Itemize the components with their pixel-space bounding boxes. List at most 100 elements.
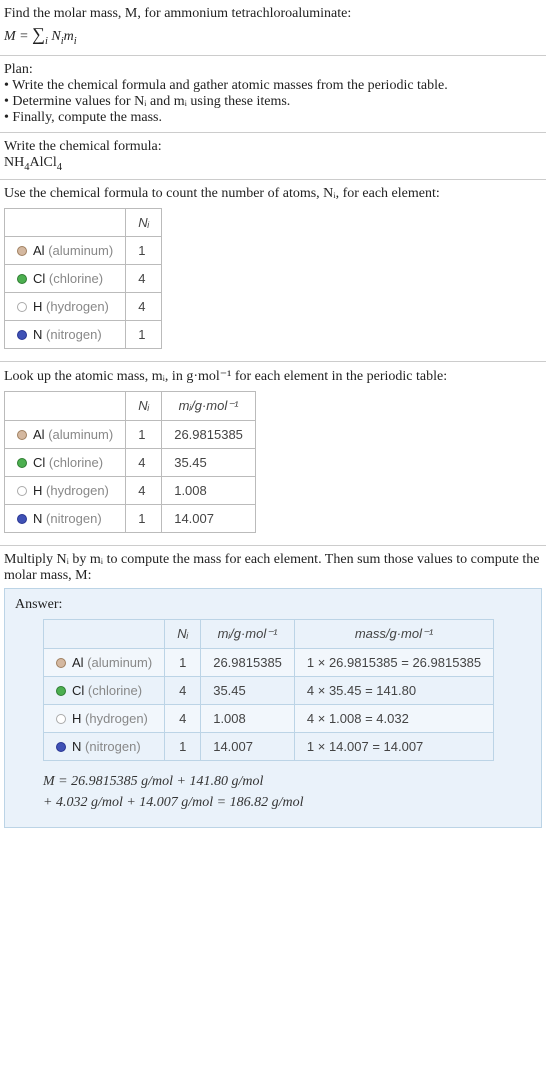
- col-n-header: Nᵢ: [165, 619, 201, 648]
- answer-label: Answer:: [15, 597, 531, 613]
- element-cell: Al (aluminum): [5, 236, 126, 264]
- table-row: H (hydrogen)41.008: [5, 476, 256, 504]
- mass-cell: 1 × 14.007 = 14.007: [294, 732, 493, 760]
- element-bullet-icon: [17, 274, 27, 284]
- prompt-text: Find the molar mass, M, for ammonium tet…: [4, 6, 542, 22]
- n-cell: 4: [165, 676, 201, 704]
- table-row: N (nitrogen)114.007: [5, 504, 256, 532]
- mass-cell: 4 × 1.008 = 4.032: [294, 704, 493, 732]
- n-cell: 1: [126, 420, 162, 448]
- lookup-header: Look up the atomic mass, mᵢ, in g·mol⁻¹ …: [4, 368, 542, 385]
- element-symbol: Al: [33, 243, 45, 258]
- element-cell: Cl (chlorine): [44, 676, 165, 704]
- element-symbol: Cl: [33, 455, 45, 470]
- col-m-header: mᵢ/g·mol⁻¹: [201, 619, 295, 648]
- element-bullet-icon: [17, 458, 27, 468]
- formula-part-a: NH: [4, 155, 24, 170]
- table-header-row: Nᵢ: [5, 208, 162, 236]
- element-symbol: N: [72, 739, 81, 754]
- element-cell: N (nitrogen): [5, 504, 126, 532]
- element-symbol: H: [72, 711, 81, 726]
- table-row: Al (aluminum)126.98153851 × 26.9815385 =…: [44, 648, 494, 676]
- plan-bullet-1: • Write the chemical formula and gather …: [4, 78, 542, 94]
- n-cell: 4: [165, 704, 201, 732]
- table-header-row: Nᵢ mᵢ/g·mol⁻¹: [5, 391, 256, 420]
- element-cell: H (hydrogen): [5, 292, 126, 320]
- element-symbol: Al: [72, 655, 84, 670]
- element-bullet-icon: [17, 330, 27, 340]
- element-bullet-icon: [17, 302, 27, 312]
- element-name: (aluminum): [87, 655, 152, 670]
- count-header: Use the chemical formula to count the nu…: [4, 186, 542, 202]
- element-name: (nitrogen): [85, 739, 141, 754]
- col-m-header: mᵢ/g·mol⁻¹: [162, 391, 256, 420]
- answer-table: Nᵢ mᵢ/g·mol⁻¹ mass/g·mol⁻¹ Al (aluminum)…: [43, 619, 494, 761]
- final-equation-line2: + 4.032 g/mol + 14.007 g/mol = 186.82 g/…: [43, 792, 531, 813]
- prompt-section: Find the molar mass, M, for ammonium tet…: [0, 0, 546, 56]
- element-bullet-icon: [17, 514, 27, 524]
- molar-mass-equation: M = ∑i Nimi: [4, 24, 542, 47]
- element-name: (hydrogen): [46, 483, 109, 498]
- element-cell: H (hydrogen): [5, 476, 126, 504]
- element-cell: Cl (chlorine): [5, 448, 126, 476]
- m-cell: 1.008: [162, 476, 256, 504]
- element-symbol: Al: [33, 427, 45, 442]
- chemical-formula: NH4AlCl4: [4, 155, 542, 173]
- table-row: N (nitrogen)1: [5, 320, 162, 348]
- element-bullet-icon: [56, 658, 66, 668]
- element-symbol: Cl: [72, 683, 84, 698]
- element-name: (chlorine): [49, 455, 103, 470]
- formula-header: Write the chemical formula:: [4, 139, 542, 155]
- m-cell: 14.007: [201, 732, 295, 760]
- table-row: N (nitrogen)114.0071 × 14.007 = 14.007: [44, 732, 494, 760]
- n-cell: 1: [126, 236, 162, 264]
- formula-section: Write the chemical formula: NH4AlCl4: [0, 133, 546, 180]
- lookup-table: Nᵢ mᵢ/g·mol⁻¹ Al (aluminum)126.9815385Cl…: [4, 391, 256, 533]
- formula-part-d: 4: [57, 162, 62, 173]
- mass-cell: 4 × 35.45 = 141.80: [294, 676, 493, 704]
- element-symbol: H: [33, 483, 42, 498]
- formula-part-c: AlCl: [29, 155, 56, 170]
- plan-header: Plan:: [4, 62, 542, 78]
- table-header-row: Nᵢ mᵢ/g·mol⁻¹ mass/g·mol⁻¹: [44, 619, 494, 648]
- count-section: Use the chemical formula to count the nu…: [0, 180, 546, 362]
- n-cell: 1: [126, 504, 162, 532]
- multiply-header: Multiply Nᵢ by mᵢ to compute the mass fo…: [4, 552, 542, 584]
- n-cell: 1: [165, 648, 201, 676]
- element-bullet-icon: [56, 686, 66, 696]
- element-name: (nitrogen): [46, 511, 102, 526]
- final-equation-line1: M = 26.9815385 g/mol + 141.80 g/mol: [43, 771, 531, 792]
- plan-bullet-2: • Determine values for Nᵢ and mᵢ using t…: [4, 94, 542, 110]
- element-symbol: N: [33, 327, 42, 342]
- element-cell: N (nitrogen): [44, 732, 165, 760]
- table-row: Cl (chlorine)435.454 × 35.45 = 141.80: [44, 676, 494, 704]
- table-row: H (hydrogen)4: [5, 292, 162, 320]
- element-bullet-icon: [17, 486, 27, 496]
- element-bullet-icon: [17, 246, 27, 256]
- mass-cell: 1 × 26.9815385 = 26.9815385: [294, 648, 493, 676]
- col-n-header: Nᵢ: [126, 208, 162, 236]
- element-cell: Al (aluminum): [5, 420, 126, 448]
- element-cell: H (hydrogen): [44, 704, 165, 732]
- element-name: (chlorine): [88, 683, 142, 698]
- element-cell: Al (aluminum): [44, 648, 165, 676]
- n-cell: 4: [126, 292, 162, 320]
- table-row: H (hydrogen)41.0084 × 1.008 = 4.032: [44, 704, 494, 732]
- element-symbol: N: [33, 511, 42, 526]
- multiply-section: Multiply Nᵢ by mᵢ to compute the mass fo…: [0, 546, 546, 834]
- sigma-sub: i: [45, 36, 48, 47]
- m-cell: 1.008: [201, 704, 295, 732]
- element-bullet-icon: [17, 430, 27, 440]
- element-symbol: Cl: [33, 271, 45, 286]
- m-cell: 26.9815385: [201, 648, 295, 676]
- n-cell: 1: [165, 732, 201, 760]
- element-cell: Cl (chlorine): [5, 264, 126, 292]
- plan-section: Plan: • Write the chemical formula and g…: [0, 56, 546, 133]
- element-bullet-icon: [56, 742, 66, 752]
- m-cell: 14.007: [162, 504, 256, 532]
- plan-bullet-3: • Finally, compute the mass.: [4, 110, 542, 126]
- element-name: (chlorine): [49, 271, 103, 286]
- answer-box: Answer: Nᵢ mᵢ/g·mol⁻¹ mass/g·mol⁻¹ Al (a…: [4, 588, 542, 828]
- table-row: Al (aluminum)1: [5, 236, 162, 264]
- n-cell: 4: [126, 476, 162, 504]
